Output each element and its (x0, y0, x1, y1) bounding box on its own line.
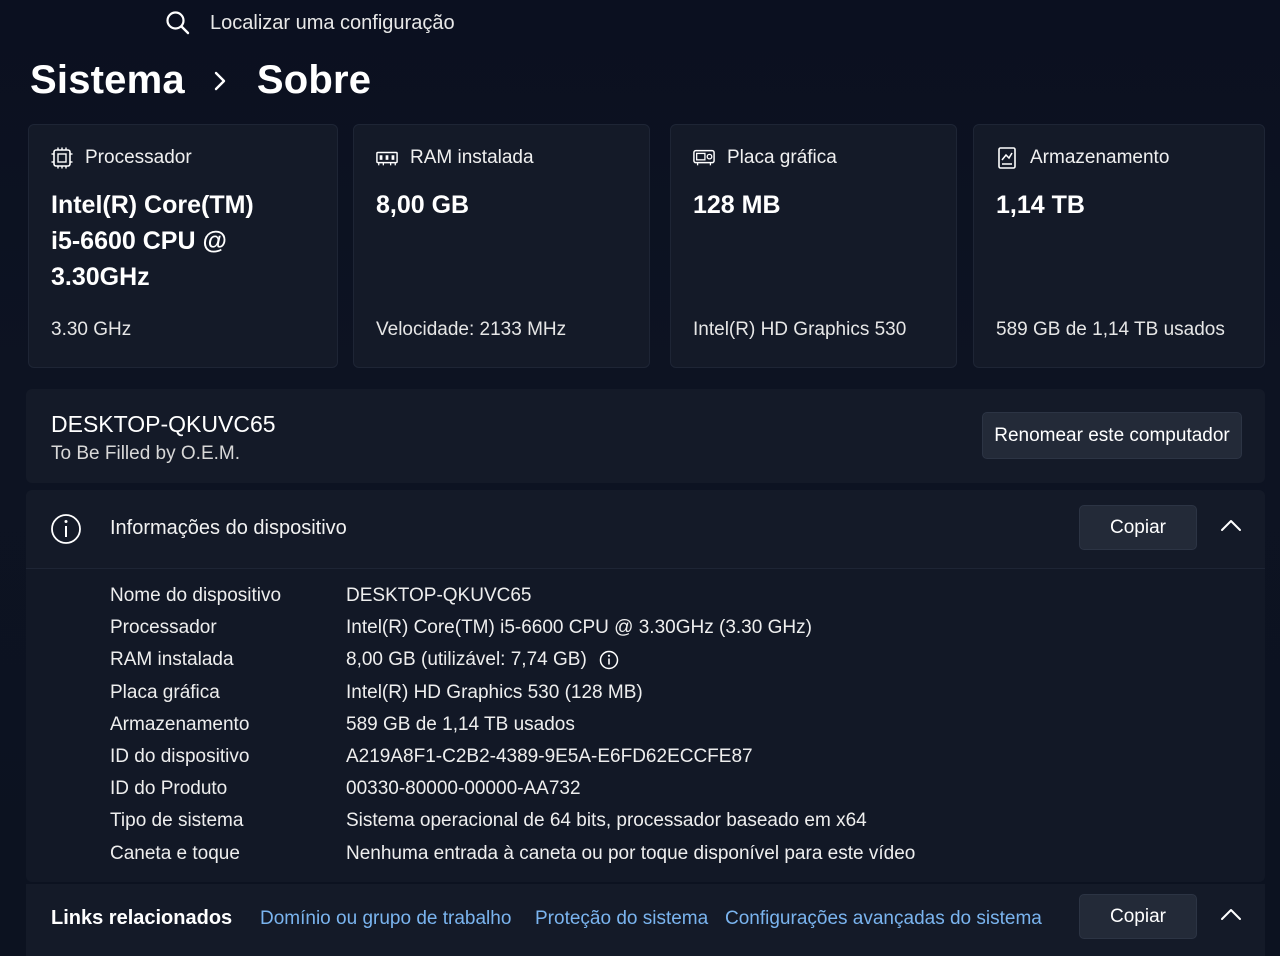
spec-value: A219A8F1-C2B2-4389-9E5A-E6FD62ECCFE87 (346, 746, 753, 768)
spec-value: Nenhuma entrada à caneta ou por toque di… (346, 842, 916, 864)
card-storage: Armazenamento 1,14 TB 589 GB de 1,14 TB … (973, 124, 1265, 368)
link-advanced-system-settings[interactable]: Configurações avançadas do sistema (725, 908, 1042, 930)
spec-label: ID do Produto (110, 778, 228, 800)
device-name: DESKTOP-QKUVC65 (51, 411, 276, 437)
device-info-header[interactable]: Informações do dispositivo Copiar (26, 490, 1265, 569)
device-info-panel: Informações do dispositivo Copiar Nome d… (26, 490, 1265, 882)
card-value: 8,00 GB (376, 191, 470, 219)
spec-row: Nome do dispositivo DESKTOP-QKUVC65 (110, 580, 915, 612)
spec-value: 00330-80000-00000-AA732 (346, 778, 581, 800)
breadcrumb: Sistema Sobre (30, 58, 371, 103)
device-model: To Be Filled by O.E.M. (51, 443, 241, 464)
spec-label: Armazenamento (110, 713, 250, 735)
related-links-bar: Links relacionados Domínio ou grupo de t… (26, 884, 1265, 956)
card-subtitle: 589 GB de 1,14 TB usados (996, 319, 1225, 340)
spec-value: 8,00 GB (utilizável: 7,74 GB) (346, 649, 587, 671)
spec-label: Nome do dispositivo (110, 585, 282, 607)
spec-value: DESKTOP-QKUVC65 (346, 585, 532, 607)
chevron-up-icon[interactable] (1220, 907, 1242, 926)
device-spec-list: Nome do dispositivo DESKTOP-QKUVC65 Proc… (110, 580, 915, 870)
card-ram: RAM instalada 8,00 GB Velocidade: 2133 M… (353, 124, 650, 368)
breadcrumb-parent[interactable]: Sistema (30, 58, 185, 103)
info-icon[interactable] (599, 650, 619, 670)
search-icon (165, 10, 191, 36)
copy-links-button[interactable]: Copiar (1079, 894, 1197, 939)
spec-value: Intel(R) HD Graphics 530 (128 MB) (346, 681, 643, 703)
spec-value-wrapper: 8,00 GB (utilizável: 7,74 GB) (346, 649, 619, 671)
device-info-title: Informações do dispositivo (110, 517, 347, 539)
card-subtitle: 3.30 GHz (51, 319, 132, 340)
ram-icon (376, 147, 398, 169)
card-subtitle: Intel(R) HD Graphics 530 (693, 319, 907, 340)
spec-row: Tipo de sistema Sistema operacional de 6… (110, 805, 915, 837)
graphics-card-icon (693, 147, 715, 169)
card-title: Placa gráfica (727, 147, 837, 168)
card-processor: Processador Intel(R) Core(TM) i5-6600 CP… (28, 124, 338, 368)
info-icon (50, 513, 82, 550)
rename-computer-button[interactable]: Renomear este computador (982, 412, 1242, 459)
spec-row: ID do Produto 00330-80000-00000-AA732 (110, 773, 915, 805)
device-name-bar: DESKTOP-QKUVC65 To Be Filled by O.E.M. R… (26, 389, 1265, 483)
spec-row: Placa gráfica Intel(R) HD Graphics 530 (… (110, 677, 915, 709)
card-title: Processador (85, 147, 192, 168)
spec-value: Sistema operacional de 64 bits, processa… (346, 810, 867, 832)
spec-label: Tipo de sistema (110, 810, 244, 832)
spec-label: RAM instalada (110, 649, 234, 671)
spec-value: 589 GB de 1,14 TB usados (346, 713, 575, 735)
spec-row: Armazenamento 589 GB de 1,14 TB usados (110, 709, 915, 741)
spec-row: Processador Intel(R) Core(TM) i5-6600 CP… (110, 612, 915, 644)
chevron-up-icon[interactable] (1220, 518, 1242, 537)
page-title: Sobre (256, 58, 372, 102)
card-value: 128 MB (693, 191, 781, 219)
card-value: Intel(R) Core(TM) i5-6600 CPU @ 3.30GHz (51, 191, 254, 291)
card-title: RAM instalada (410, 147, 534, 168)
card-value: 1,14 TB (996, 191, 1085, 219)
link-system-protection[interactable]: Proteção do sistema (535, 908, 708, 930)
link-domain-workgroup[interactable]: Domínio ou grupo de trabalho (260, 908, 511, 930)
settings-page: Localizar uma configuração Sistema Sobre (0, 0, 1280, 956)
search-input[interactable]: Localizar uma configuração (210, 12, 455, 35)
search-box[interactable]: Localizar uma configuração (165, 8, 455, 38)
spec-cards: Processador Intel(R) Core(TM) i5-6600 CP… (28, 124, 1265, 368)
related-links-title: Links relacionados (51, 907, 233, 929)
processor-icon (51, 147, 73, 169)
card-subtitle: Velocidade: 2133 MHz (376, 319, 567, 340)
spec-row: ID do dispositivo A219A8F1-C2B2-4389-9E5… (110, 741, 915, 773)
storage-icon (996, 147, 1018, 169)
spec-row: RAM instalada 8,00 GB (utilizável: 7,74 … (110, 644, 915, 676)
chevron-right-icon (213, 70, 227, 92)
spec-label: Caneta e toque (110, 842, 240, 864)
copy-device-info-button[interactable]: Copiar (1079, 505, 1197, 550)
card-graphics: Placa gráfica 128 MB Intel(R) HD Graphic… (670, 124, 957, 368)
spec-label: ID do dispositivo (110, 746, 250, 768)
spec-row: Caneta e toque Nenhuma entrada à caneta … (110, 838, 915, 870)
spec-label: Placa gráfica (110, 681, 220, 703)
card-title: Armazenamento (1030, 147, 1170, 168)
spec-value: Intel(R) Core(TM) i5-6600 CPU @ 3.30GHz … (346, 617, 812, 639)
spec-label: Processador (110, 617, 217, 639)
